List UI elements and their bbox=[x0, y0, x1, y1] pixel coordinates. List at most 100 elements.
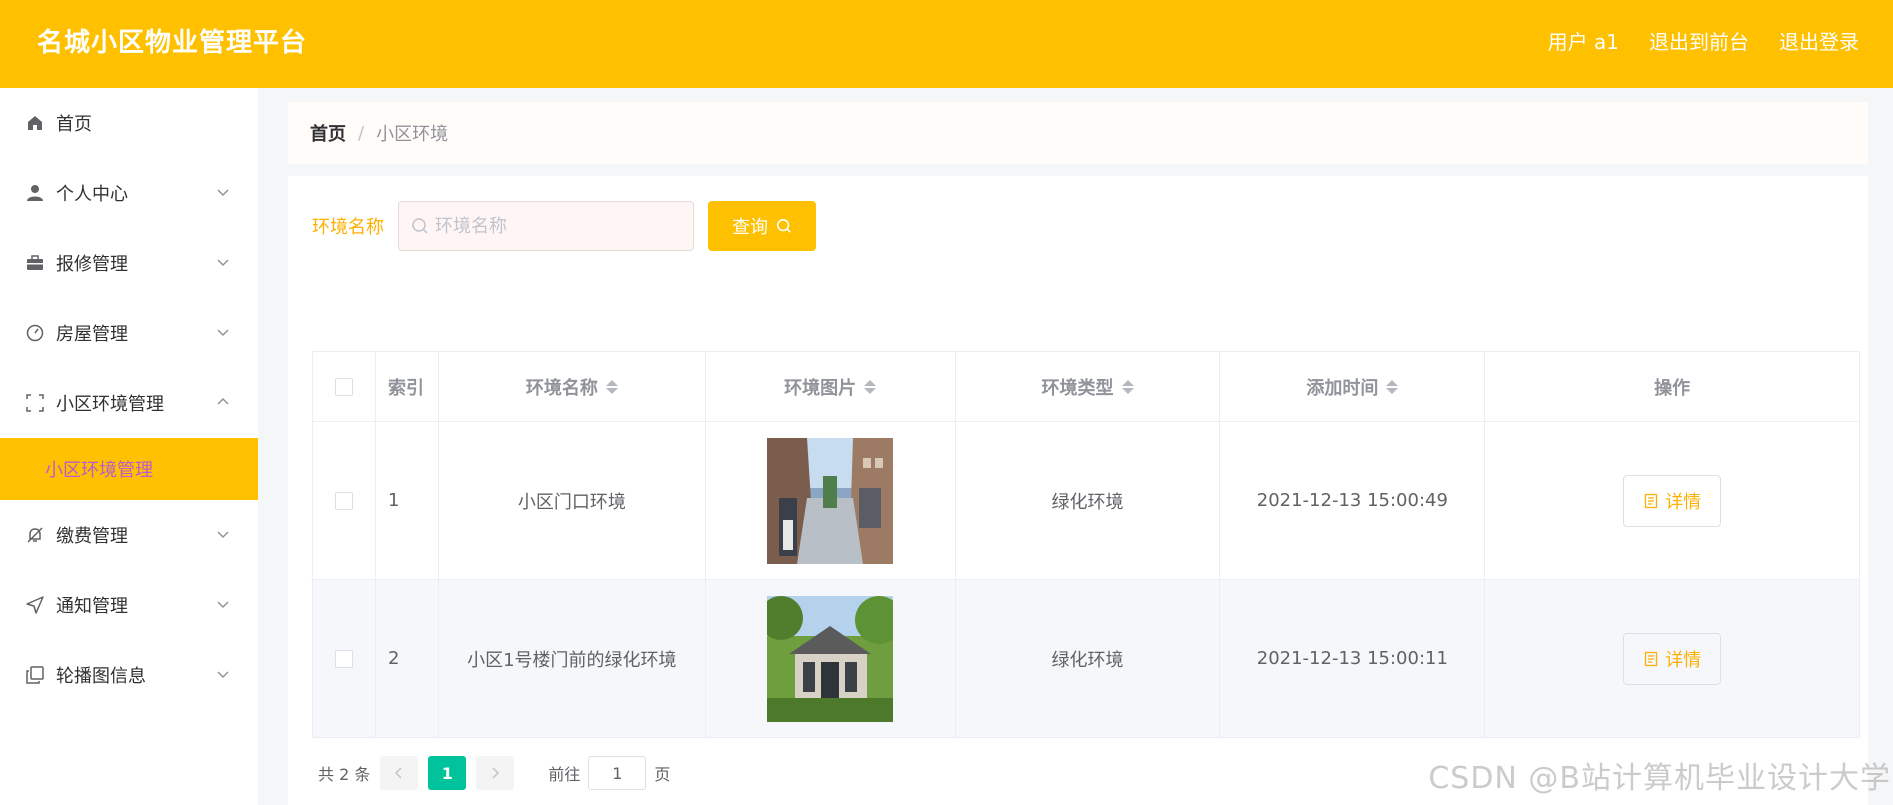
exit-to-front-link[interactable]: 退出到前台 bbox=[1649, 26, 1749, 55]
cell-name: 小区门口环境 bbox=[438, 422, 706, 580]
pagination-total: 共 2 条 bbox=[318, 765, 371, 784]
chevron-up-icon bbox=[217, 397, 229, 405]
header-actions: 用户 a1 退出到前台 退出登录 bbox=[1548, 26, 1859, 55]
search-input[interactable] bbox=[435, 215, 675, 237]
sidebar-item-label: 个人中心 bbox=[56, 184, 128, 205]
next-page-button[interactable] bbox=[476, 756, 515, 790]
chevron-down-icon bbox=[217, 259, 229, 267]
cell-type: 绿化环境 bbox=[955, 580, 1221, 738]
column-header-label: 索引 bbox=[387, 377, 424, 399]
pagination: 共 2 条 1 前往 页 bbox=[318, 756, 670, 790]
goto-page-input[interactable] bbox=[588, 756, 647, 790]
send-icon bbox=[26, 596, 44, 614]
sidebar-item-home[interactable]: 首页 bbox=[0, 88, 258, 158]
chevron-down-icon bbox=[217, 671, 229, 679]
page-number-current[interactable]: 1 bbox=[428, 756, 467, 790]
logout-link[interactable]: 退出登录 bbox=[1779, 26, 1859, 55]
sidebar-item-label: 缴费管理 bbox=[56, 526, 128, 547]
column-header-time[interactable]: 添加时间 bbox=[1220, 352, 1486, 422]
detail-button-label: 详情 bbox=[1665, 491, 1702, 513]
sidebar: 首页 个人中心 报修管理 房屋管理 小区环境管理 小区环境管理 缴费管理 通知管… bbox=[0, 88, 258, 805]
select-all-checkbox[interactable] bbox=[334, 377, 353, 396]
cell-index: 1 bbox=[375, 422, 439, 580]
row-checkbox-cell bbox=[313, 580, 376, 738]
copy-icon bbox=[26, 666, 44, 684]
sort-icon[interactable] bbox=[864, 379, 877, 394]
row-checkbox[interactable] bbox=[334, 491, 353, 510]
detail-button[interactable]: 详情 bbox=[1623, 632, 1722, 685]
detail-button-label: 详情 bbox=[1665, 649, 1702, 671]
street-entrance-photo[interactable] bbox=[767, 437, 894, 564]
green-house-photo[interactable] bbox=[767, 595, 894, 722]
sort-icon[interactable] bbox=[605, 379, 618, 394]
sidebar-item-environment[interactable]: 小区环境管理 bbox=[0, 368, 258, 438]
user-label[interactable]: 用户 a1 bbox=[1548, 26, 1619, 55]
header-checkbox-cell bbox=[313, 352, 376, 422]
cell-image bbox=[705, 580, 956, 738]
gauge-icon bbox=[26, 324, 44, 342]
cell-type: 绿化环境 bbox=[955, 422, 1221, 580]
table-header-row: 索引 环境名称 环境图片 环境类型 添加时间 操作 bbox=[313, 352, 1860, 422]
user-icon bbox=[26, 184, 44, 202]
fullscreen-icon bbox=[26, 394, 44, 412]
column-header-label: 添加时间 bbox=[1306, 377, 1379, 399]
column-header-index: 索引 bbox=[375, 352, 439, 422]
submenu-item-environment-management[interactable]: 小区环境管理 bbox=[0, 438, 258, 500]
prev-page-button[interactable] bbox=[380, 756, 419, 790]
search-bar: 环境名称 查询 bbox=[312, 201, 816, 251]
app-title: 名城小区物业管理平台 bbox=[37, 28, 308, 58]
detail-button[interactable]: 详情 bbox=[1623, 474, 1722, 527]
page-suffix: 页 bbox=[654, 765, 671, 784]
sidebar-item-house[interactable]: 房屋管理 bbox=[0, 298, 258, 368]
sidebar-item-notice[interactable]: 通知管理 bbox=[0, 570, 258, 640]
sidebar-item-label: 小区环境管理 bbox=[56, 394, 164, 415]
bell-off-icon bbox=[26, 526, 44, 544]
column-header-image[interactable]: 环境图片 bbox=[705, 352, 956, 422]
breadcrumb-home[interactable]: 首页 bbox=[310, 120, 346, 146]
sidebar-item-carousel[interactable]: 轮播图信息 bbox=[0, 640, 258, 710]
watermark: CSDN @B站计算机毕业设计大学 bbox=[1428, 761, 1891, 796]
sidebar-item-label: 轮播图信息 bbox=[56, 666, 146, 687]
sort-icon[interactable] bbox=[1386, 379, 1399, 394]
chevron-left-icon bbox=[395, 767, 402, 779]
column-header-label: 操作 bbox=[1654, 377, 1691, 399]
row-checkbox-cell bbox=[313, 422, 376, 580]
table-row: 2 小区1号楼门前的绿化环境 绿化环境 2021-12-13 15:00:11 … bbox=[313, 580, 1860, 738]
search-input-wrapper bbox=[398, 201, 694, 251]
cell-time: 2021-12-13 15:00:49 bbox=[1220, 422, 1486, 580]
search-label: 环境名称 bbox=[312, 217, 384, 238]
cell-action: 详情 bbox=[1485, 580, 1860, 738]
sidebar-item-repair[interactable]: 报修管理 bbox=[0, 228, 258, 298]
home-icon bbox=[26, 114, 44, 132]
column-header-name[interactable]: 环境名称 bbox=[438, 352, 706, 422]
chevron-right-icon bbox=[492, 767, 500, 779]
breadcrumb-separator: / bbox=[358, 122, 365, 144]
sidebar-item-label: 通知管理 bbox=[56, 596, 128, 617]
cell-index: 2 bbox=[375, 580, 439, 738]
top-bar: 名城小区物业管理平台 用户 a1 退出到前台 退出登录 bbox=[0, 0, 1893, 88]
sidebar-item-payment[interactable]: 缴费管理 bbox=[0, 500, 258, 570]
sidebar-item-label: 房屋管理 bbox=[56, 324, 128, 345]
column-header-type[interactable]: 环境类型 bbox=[955, 352, 1221, 422]
chevron-down-icon bbox=[217, 189, 229, 197]
environment-table: 索引 环境名称 环境图片 环境类型 添加时间 操作 1 小区门口环境 绿化环境 … bbox=[312, 351, 1860, 738]
cell-action: 详情 bbox=[1485, 422, 1860, 580]
chevron-down-icon bbox=[217, 531, 229, 539]
row-checkbox[interactable] bbox=[334, 649, 353, 668]
sidebar-item-label: 报修管理 bbox=[56, 254, 128, 275]
column-header-label: 环境类型 bbox=[1041, 377, 1114, 399]
content-card: 环境名称 查询 索引 环境名称 环境图片 环境类型 添加时间 操作 bbox=[288, 176, 1868, 805]
search-button[interactable]: 查询 bbox=[708, 201, 816, 251]
search-icon bbox=[412, 218, 428, 234]
breadcrumb: 首页 / 小区环境 bbox=[288, 102, 1868, 164]
briefcase-icon bbox=[26, 254, 44, 272]
breadcrumb-current: 小区环境 bbox=[376, 124, 449, 145]
goto-label: 前往 bbox=[548, 765, 581, 784]
sort-icon[interactable] bbox=[1121, 379, 1134, 394]
sidebar-item-personal-center[interactable]: 个人中心 bbox=[0, 158, 258, 228]
sidebar-item-label: 首页 bbox=[56, 114, 92, 135]
search-icon bbox=[776, 218, 791, 233]
cell-name: 小区1号楼门前的绿化环境 bbox=[438, 580, 706, 738]
cell-time: 2021-12-13 15:00:11 bbox=[1220, 580, 1486, 738]
document-icon bbox=[1644, 493, 1658, 508]
